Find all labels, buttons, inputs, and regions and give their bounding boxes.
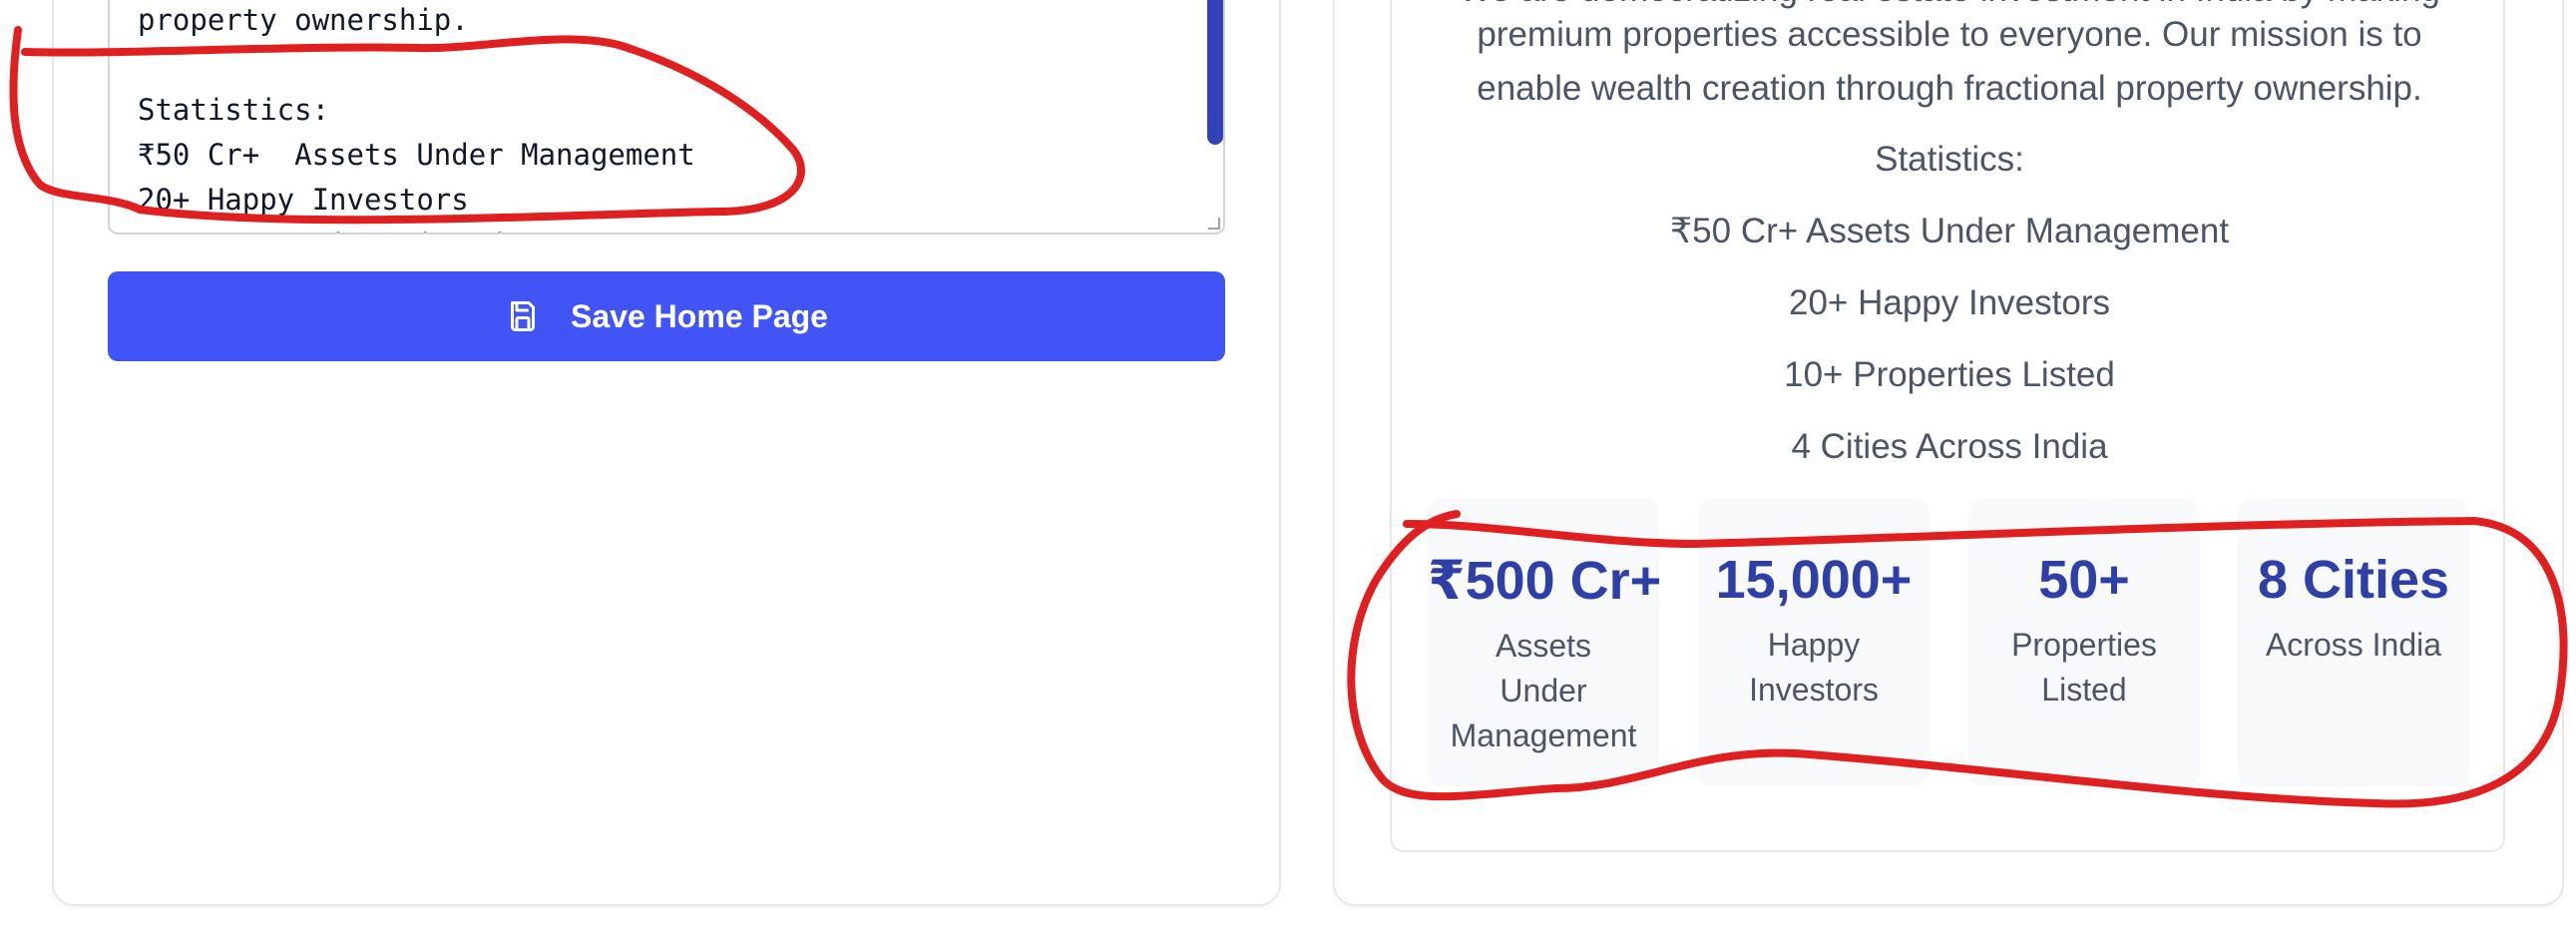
- preview-panel: We are democratizing real estate investm…: [1390, 0, 2505, 852]
- save-button-label: Save Home Page: [571, 297, 828, 334]
- stat-label: Assets Under Management: [1450, 628, 1637, 753]
- stat-label: Across India: [2265, 627, 2442, 663]
- save-icon: [511, 301, 536, 331]
- stat-tile-assets: ₹500 Cr+ Assets Under Management: [1428, 499, 1662, 786]
- textarea-scrollbar[interactable]: [1207, 0, 1223, 145]
- stat-tile-investors: 15,000+ Happy Investors: [1698, 499, 1930, 786]
- stat-value: 8 Cities: [2257, 550, 2450, 610]
- resize-handle-icon[interactable]: [1208, 218, 1220, 230]
- home-content-textarea[interactable]: property ownership. Statistics: ₹50 Cr+ …: [108, 0, 1225, 235]
- stat-value: 50+: [2038, 550, 2130, 610]
- stat-tile-cities: 8 Cities Across India: [2238, 499, 2469, 786]
- stat-label: Happy Investors: [1749, 627, 1879, 707]
- stat-tile-properties: 50+ Properties Listed: [1968, 499, 2200, 786]
- textarea-content[interactable]: property ownership. Statistics: ₹50 Cr+ …: [138, 0, 695, 233]
- about-line: premium properties accessible to everyon…: [1477, 15, 2422, 54]
- statistics-line: 10+ Properties Listed: [1784, 355, 2115, 394]
- page: property ownership. Statistics: ₹50 Cr+ …: [0, 0, 2576, 943]
- save-home-page-button[interactable]: Save Home Page: [108, 271, 1225, 361]
- statistics-line: 20+ Happy Investors: [1789, 283, 2110, 322]
- stat-value: 15,000+: [1715, 550, 1913, 610]
- statistics-line: ₹50 Cr+ Assets Under Management: [1669, 212, 2230, 250]
- about-line: We are democratizing real estate investm…: [1392, 0, 2507, 10]
- statistics-line: 4 Cities Across India: [1791, 427, 2108, 466]
- about-line: enable wealth creation through fractiona…: [1477, 69, 2422, 108]
- statistics-heading: Statistics:: [1875, 140, 2024, 179]
- stat-label: Properties Listed: [2011, 627, 2157, 707]
- stat-value: ₹500 Cr+: [1428, 551, 1662, 611]
